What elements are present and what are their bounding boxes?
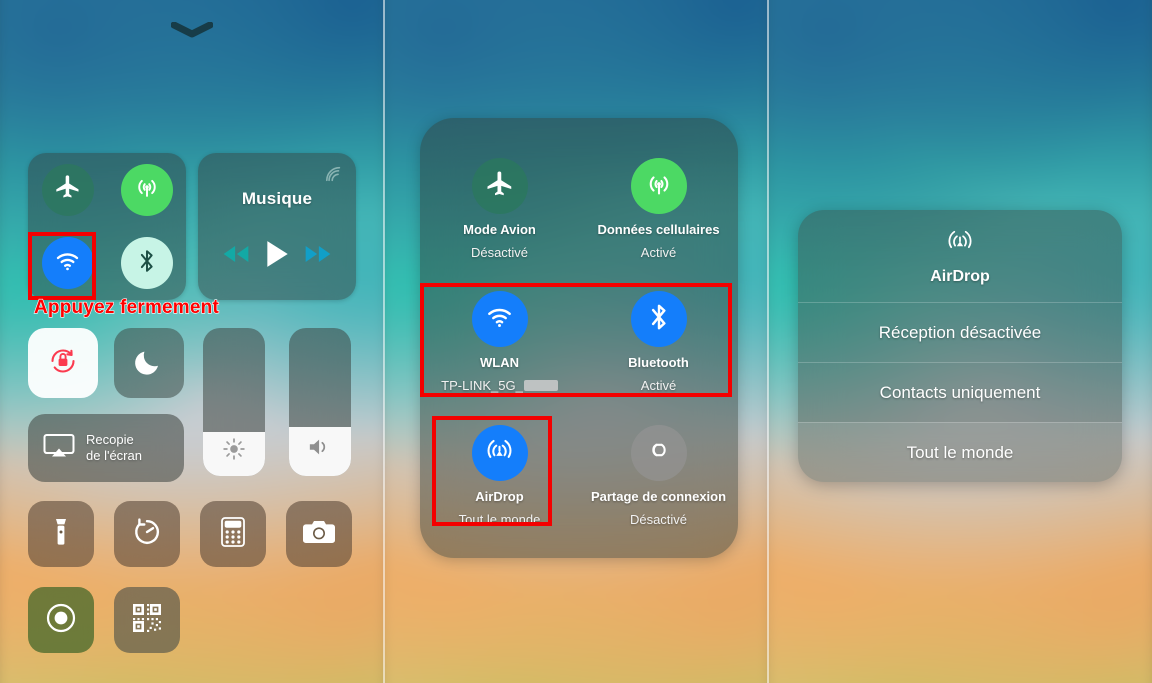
fast-forward-icon[interactable]: [303, 244, 333, 269]
play-icon[interactable]: [264, 239, 290, 274]
camera-icon: [302, 518, 336, 551]
connectivity-expanded-module: Mode Avion Désactivé Données cellulaires…: [420, 118, 738, 558]
flashlight-icon: [48, 517, 74, 552]
camera-button[interactable]: [286, 501, 352, 567]
rotation-lock-toggle[interactable]: [28, 328, 98, 398]
cellular-icon: [132, 172, 162, 207]
item-name: AirDrop: [475, 488, 524, 504]
item-state: Tout le monde: [458, 511, 541, 527]
calculator-icon: [219, 516, 247, 553]
airplane-icon: [485, 169, 515, 204]
airplane-icon: [54, 173, 82, 206]
hotspot-icon: [643, 436, 675, 469]
cellular-toggle[interactable]: [630, 158, 687, 214]
airdrop-option-receiving-off[interactable]: Réception désactivée: [798, 302, 1122, 362]
item-state: Désactivé: [629, 511, 688, 527]
redacted-ssid-block: [523, 380, 558, 392]
flashlight-button[interactable]: [28, 501, 94, 567]
panel-connectivity-expanded: Mode Avion Désactivé Données cellulaires…: [384, 0, 768, 683]
qr-scanner-button[interactable]: [114, 587, 180, 653]
screenshot-stage: Musique Recopie de l'écran Appuyez ferme…: [0, 0, 1152, 683]
music-title: Musique: [241, 189, 313, 208]
bluetooth-toggle[interactable]: [120, 237, 173, 290]
brightness-slider[interactable]: [203, 328, 265, 476]
expanded-item-cellular[interactable]: Données cellulaires Activé: [579, 158, 738, 260]
cellular-data-toggle[interactable]: [120, 163, 173, 216]
bluetooth-toggle[interactable]: [630, 291, 687, 348]
qr-code-icon: [131, 602, 163, 639]
expanded-item-wlan[interactable]: WLAN TP-LINK_5G_: [420, 291, 579, 393]
wlan-toggle[interactable]: [41, 237, 94, 290]
volume-slider-fill: [289, 427, 351, 476]
timer-icon: [131, 516, 163, 553]
screen-mirroring-button[interactable]: Recopie de l'écran: [28, 414, 184, 482]
item-state: Activé: [640, 378, 677, 394]
cellular-icon: [643, 168, 675, 205]
item-state: Désactivé: [470, 245, 529, 260]
timer-button[interactable]: [114, 501, 180, 567]
chevron-down-icon[interactable]: [171, 22, 213, 38]
connectivity-module[interactable]: [28, 153, 186, 300]
bluetooth-icon: [646, 301, 672, 338]
item-name: Bluetooth: [628, 355, 689, 371]
airdrop-dialog-header: AirDrop: [798, 210, 1122, 302]
moon-icon: [133, 345, 165, 382]
item-name: Partage de connexion: [590, 488, 727, 504]
airdrop-options-dialog: AirDrop Réception désactivée Contacts un…: [798, 210, 1122, 482]
airdrop-option-everyone[interactable]: Tout le monde: [798, 422, 1122, 482]
wifi-icon: [53, 246, 82, 280]
hotspot-toggle[interactable]: [630, 424, 687, 481]
rewind-icon[interactable]: [221, 244, 251, 269]
screen-mirroring-label: Recopie de l'écran: [86, 432, 142, 465]
screen-mirroring-line2: de l'écran: [86, 448, 142, 463]
airdrop-toggle[interactable]: [471, 424, 528, 481]
item-state: TP-LINK_5G_: [441, 378, 558, 393]
item-name: Données cellulaires: [597, 222, 720, 237]
expanded-item-bluetooth[interactable]: Bluetooth Activé: [579, 291, 738, 393]
expanded-item-hotspot[interactable]: Partage de connexion Désactivé: [579, 424, 738, 527]
panel-divider-1: [383, 0, 385, 683]
speaker-icon: [306, 435, 334, 464]
annotation-label-press-firmly: Appuyez fermement: [33, 296, 219, 318]
do-not-disturb-toggle[interactable]: [114, 328, 184, 398]
item-state: Activé: [640, 245, 677, 260]
airdrop-dialog-title: AirDrop: [930, 268, 990, 285]
expanded-item-airdrop[interactable]: AirDrop Tout le monde: [420, 424, 579, 527]
wlan-ssid: TP-LINK_5G_: [441, 378, 523, 394]
record-icon: [43, 600, 79, 641]
rotation-lock-icon: [45, 343, 81, 384]
panel-divider-2: [767, 0, 769, 683]
wlan-toggle[interactable]: [471, 291, 528, 348]
airdrop-icon: [945, 226, 975, 261]
expanded-item-airplane[interactable]: Mode Avion Désactivé: [420, 158, 579, 260]
music-module[interactable]: Musique: [198, 153, 356, 300]
item-name: WLAN: [480, 355, 519, 371]
volume-slider[interactable]: [289, 328, 351, 476]
airdrop-option-contacts-only[interactable]: Contacts uniquement: [798, 362, 1122, 422]
panel-control-center: Musique Recopie de l'écran Appuyez ferme…: [0, 0, 384, 683]
wifi-icon: [484, 301, 515, 337]
airplay-waves-icon: [324, 165, 344, 188]
item-name: Mode Avion: [463, 222, 536, 237]
bluetooth-icon: [135, 247, 159, 280]
sun-icon: [221, 436, 247, 467]
calculator-button[interactable]: [200, 501, 266, 567]
airplay-screen-icon: [42, 432, 76, 465]
panel-airdrop-dialog: AirDrop Réception désactivée Contacts un…: [768, 0, 1152, 683]
brightness-slider-fill: [203, 431, 265, 476]
screen-mirroring-line1: Recopie: [86, 431, 134, 447]
airplane-toggle[interactable]: [471, 158, 528, 214]
airdrop-icon: [484, 435, 515, 471]
screen-record-button[interactable]: [28, 587, 94, 653]
airplane-mode-toggle[interactable]: [41, 163, 94, 216]
